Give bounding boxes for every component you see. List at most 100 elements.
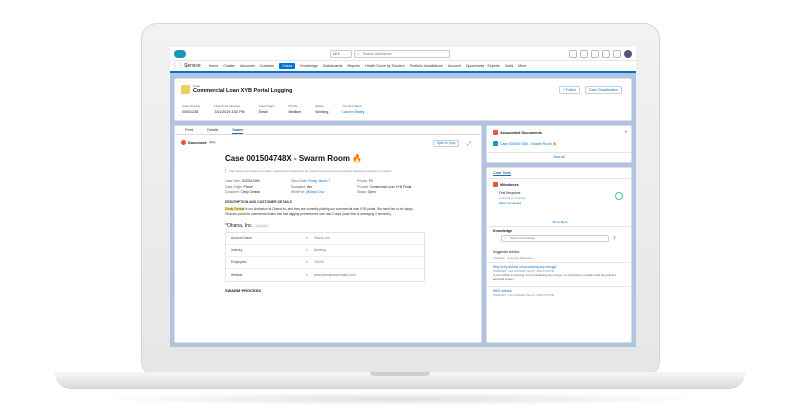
divider (487, 226, 631, 227)
help-icon[interactable] (591, 50, 599, 58)
detail-key: Product: (357, 184, 369, 189)
settings-gear-icon[interactable] (602, 50, 610, 58)
field-label: Case Origin (258, 104, 275, 108)
detail-value: P0 (368, 179, 373, 183)
field-label: Contact Name (342, 104, 362, 108)
notifications-bell-icon[interactable] (613, 50, 621, 58)
section-heading: DESCRIPTION AND CUSTOMER DETAILS (225, 200, 292, 204)
app-launcher-grid-icon[interactable]: ⋮⋮⋮ (172, 60, 190, 72)
detail-value: Cindy Central (240, 190, 260, 194)
case-field: Date/Time Opened 3/11/2019 3:52 PM (215, 104, 245, 114)
document-body: Case 001504748X - Swarm Room 🔥 This swar… (225, 154, 425, 293)
time-remaining: 4 min left to complete (499, 196, 526, 200)
tab-feed[interactable]: Feed (185, 126, 193, 134)
nav-item-chatter[interactable]: Chatter (223, 64, 235, 68)
detail-key: Priority: (357, 179, 368, 183)
suggested-articles-label: Suggested Articles (493, 250, 520, 254)
knowledge-article[interactable]: WDX rollouts 000001421 · Last Published:… (493, 289, 627, 297)
knowledge-search-input[interactable]: ⌕ Search Knowledge (501, 235, 609, 242)
nav-item-account[interactable]: Account (448, 64, 461, 68)
table-row: Account Name ▾ Ohana, Inc. (226, 233, 424, 245)
global-search-input[interactable]: ⌕ Search Salesforce (354, 50, 450, 58)
search-icon: ⌕ (357, 51, 360, 56)
tab-case-tools[interactable]: Case Tools (493, 171, 511, 176)
row-value: Ohana, Inc. (314, 236, 331, 241)
app-name: Service (184, 63, 201, 69)
tab-swarm[interactable]: Swarm (232, 126, 244, 134)
table-row: Industry ▾ Banking (226, 245, 424, 257)
nav-item-more[interactable]: More (518, 64, 526, 68)
field-value: 3/11/2019 3:52 PM (214, 110, 245, 114)
divider (487, 262, 631, 263)
case-tools-card: Case Tools Milestones First Response 4 m… (486, 167, 632, 343)
knowledge-filter-icon[interactable]: ⚲ (613, 235, 616, 240)
documents-icon (493, 130, 498, 135)
detail-key: Status: (357, 190, 367, 194)
nav-item-knowledge[interactable]: Knowledge (300, 64, 318, 68)
case-detail-item: Open Date: Friday, March 7 (291, 179, 357, 183)
case-field: Contact Name Lauren Bailey (342, 104, 364, 114)
view-all-link[interactable]: View All (487, 155, 631, 159)
field-value[interactable]: Lauren Bailey (342, 110, 364, 114)
nav-item-accounts[interactable]: Accounts (240, 64, 255, 68)
detail-key: Case Origin: (225, 184, 243, 189)
case-classification-button[interactable]: Case Classification (585, 86, 622, 94)
detail-value: Commercial Loan XYB Portal (369, 184, 412, 189)
article-title[interactable]: Why is my turbine not producing any ener… (493, 265, 627, 269)
field-label: Priority (288, 104, 298, 108)
tab-details[interactable]: Details (207, 126, 218, 134)
nav-item-visits[interactable]: Visits (505, 64, 514, 68)
favorites-icon[interactable] (569, 50, 577, 58)
field-value: Working (315, 110, 329, 114)
mention-highlight[interactable]: Cindy Central (225, 207, 245, 211)
detail-value[interactable]: @Sean Cruz (306, 190, 324, 194)
open-in-quip-button[interactable]: Open in Quip (433, 140, 459, 147)
nav-item-home[interactable]: Home (209, 64, 219, 68)
knowledge-article[interactable]: Why is my turbine not producing any ener… (493, 265, 627, 282)
divider (487, 152, 631, 153)
case-field: Priority Medium (288, 104, 301, 114)
milestone-progress-ring-icon (615, 192, 623, 200)
expand-icon[interactable]: ⤢ (467, 141, 471, 147)
case-detail-item: Customer: Cindy Central (225, 190, 291, 194)
salesforce-cloud-icon[interactable] (174, 50, 186, 58)
chevron-down-icon[interactable]: ▾ (306, 236, 314, 240)
detail-value[interactable]: Friday, March 7 (308, 179, 330, 183)
milestones-section: Milestones First Response 4 min left to … (493, 182, 627, 226)
associated-document-link[interactable]: Case 001504748X - Swarm Room 🔥 (493, 141, 557, 146)
mark-completed-link[interactable]: Mark Completed (499, 201, 627, 205)
detail-value: Phone (243, 184, 253, 189)
chevron-down-icon[interactable]: ▾ (306, 248, 314, 252)
nav-item-cases[interactable]: Cases (279, 63, 296, 69)
show-more-link[interactable]: Show More (493, 220, 627, 224)
chevron-down-icon[interactable]: ▾ (306, 260, 314, 264)
row-label: Industry (231, 248, 243, 253)
nav-item-dashboards[interactable]: Dashboards (323, 64, 342, 68)
chevron-down-icon[interactable]: ▾ (306, 273, 314, 277)
field-label: Case Number (182, 104, 201, 108)
detail-value: Yes (306, 184, 312, 189)
detail-value: 001504748X (241, 179, 260, 183)
detail-key: Open Date: (291, 179, 308, 183)
chevron-down-icon[interactable]: ▾ (625, 129, 627, 134)
follow-button[interactable]: + Follow (559, 86, 580, 94)
search-scope-select[interactable]: All ▾ (330, 50, 352, 58)
beta-badge: Beta (208, 141, 216, 144)
nav-item-reports[interactable]: Reports (347, 64, 360, 68)
case-detail-item: WorkPort: @Sean Cruz (291, 190, 357, 194)
first-response-label: First Response (499, 191, 521, 195)
case-detail-item: Case Origin: Phone (225, 185, 291, 189)
nav-item-portfolio-installations[interactable]: Portfolio Installations (410, 64, 443, 68)
knowledge-header: Knowledge (493, 229, 513, 233)
field-value: Email (258, 110, 268, 114)
row-label: Website (231, 272, 243, 277)
add-icon[interactable] (580, 50, 588, 58)
swarm-room-title: Case 001504748X - Swarm Room 🔥 (225, 154, 363, 163)
nav-item-health-score-by-solution[interactable]: Health Score by Solution (365, 64, 405, 68)
nav-item-contacts[interactable]: Contacts (260, 64, 274, 68)
nav-item-opportunity-experts[interactable]: Opportunity · Experts (466, 64, 500, 68)
article-title[interactable]: WDX rollouts (493, 289, 627, 293)
case-field: Status Working (315, 104, 328, 114)
field-value: Medium (288, 110, 302, 114)
user-avatar[interactable] (624, 50, 632, 58)
